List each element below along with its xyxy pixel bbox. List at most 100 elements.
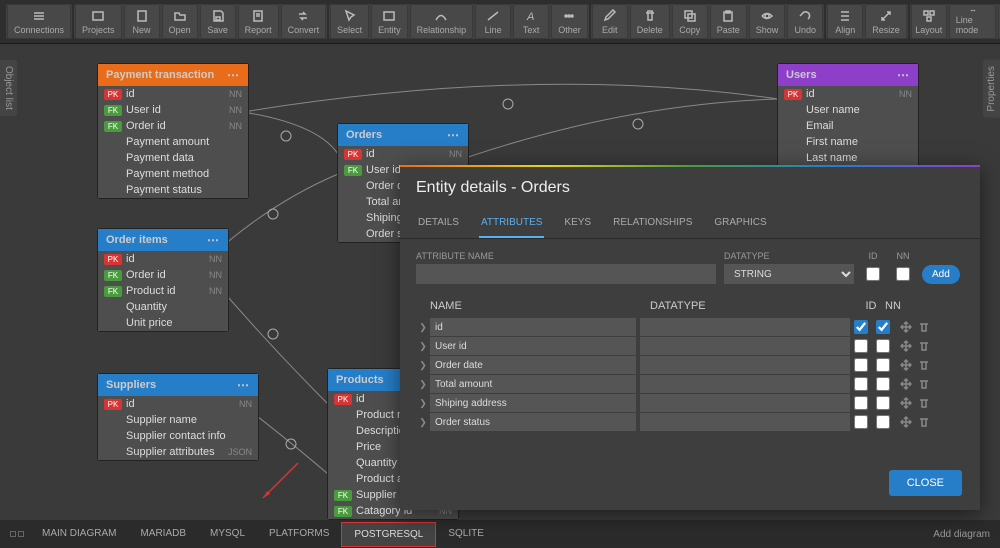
move-icon[interactable] (900, 359, 912, 371)
close-button[interactable]: CLOSE (889, 470, 962, 496)
attr-row-nn-checkbox[interactable] (876, 320, 890, 334)
entity-menu-icon[interactable]: ⋯ (227, 68, 240, 82)
attr-row-nn-checkbox[interactable] (876, 415, 890, 429)
expand-icon[interactable]: ❯ (416, 379, 430, 390)
entity-column[interactable]: FKOrder idNN (98, 118, 248, 134)
object-list-tab[interactable]: Object list (0, 60, 17, 116)
attr-id-checkbox[interactable] (866, 264, 880, 284)
entity-header[interactable]: Payment transaction⋯ (98, 64, 248, 86)
entity-column[interactable]: Payment method (98, 166, 248, 182)
attr-row-id-checkbox[interactable] (854, 396, 868, 410)
expand-icon[interactable]: ❯ (416, 360, 430, 371)
add-attribute-button[interactable]: Add (922, 265, 960, 284)
attr-row-nn-checkbox[interactable] (876, 358, 890, 372)
toolbar-other[interactable]: Other (551, 4, 588, 39)
attribute-row[interactable]: ❯ (416, 356, 964, 374)
delete-icon[interactable] (918, 378, 930, 390)
entity-header[interactable]: Orders⋯ (338, 124, 468, 146)
attr-name-input[interactable] (416, 264, 716, 284)
attr-row-nn-checkbox[interactable] (876, 377, 890, 391)
move-icon[interactable] (900, 397, 912, 409)
entity-column[interactable]: FKProduct idNN (98, 283, 228, 299)
entity-menu-icon[interactable]: ⋯ (447, 128, 460, 142)
diagram-tab-mysql[interactable]: MYSQL (198, 522, 257, 547)
entity-column[interactable]: Supplier name (98, 412, 258, 428)
delete-icon[interactable] (918, 397, 930, 409)
toolbar-save[interactable]: Save (200, 4, 236, 39)
attr-row-name-input[interactable] (430, 375, 636, 393)
entity-column[interactable]: User name (778, 102, 918, 118)
toolbar-new[interactable]: New (124, 4, 160, 39)
attr-row-type-select[interactable] (640, 337, 850, 355)
panel-tab-graphics[interactable]: GRAPHICS (712, 209, 768, 238)
entity-column[interactable]: Supplier attributesJSON (98, 444, 258, 460)
entity-header[interactable]: Users⋯ (778, 64, 918, 86)
entity-column[interactable]: Email (778, 118, 918, 134)
expand-icon[interactable]: ❯ (416, 417, 430, 428)
entity-suppliers[interactable]: Suppliers⋯PKidNNSupplier nameSupplier co… (98, 374, 258, 460)
attr-row-nn-checkbox[interactable] (876, 339, 890, 353)
tabs-menu-icon[interactable] (10, 531, 24, 537)
attr-row-id-checkbox[interactable] (854, 415, 868, 429)
panel-tab-details[interactable]: DETAILS (416, 209, 461, 238)
attr-type-select[interactable]: STRING (724, 264, 854, 284)
toolbar-layout[interactable]: Layout (911, 4, 947, 39)
expand-icon[interactable]: ❯ (416, 398, 430, 409)
expand-icon[interactable]: ❯ (416, 341, 430, 352)
attr-row-type-select[interactable] (640, 318, 850, 336)
toolbar-report[interactable]: Report (238, 4, 279, 39)
delete-icon[interactable] (918, 359, 930, 371)
toolbar-open[interactable]: Open (162, 4, 198, 39)
entity-column[interactable]: PKidNN (98, 251, 228, 267)
attribute-row[interactable]: ❯ (416, 375, 964, 393)
diagram-tab-postgresql[interactable]: POSTGRESQL (341, 522, 436, 547)
toolbar-delete[interactable]: Delete (630, 4, 670, 39)
entity-menu-icon[interactable]: ⋯ (207, 233, 220, 247)
entity-header[interactable]: Order items⋯ (98, 229, 228, 251)
toolbar-edit[interactable]: Edit (592, 4, 628, 39)
delete-icon[interactable] (918, 416, 930, 428)
expand-icon[interactable]: ❯ (416, 322, 430, 333)
panel-tab-relationships[interactable]: RELATIONSHIPS (611, 209, 694, 238)
entity-column[interactable]: PKidNN (98, 396, 258, 412)
entity-column[interactable]: Quantity (98, 299, 228, 315)
diagram-tab-mariadb[interactable]: MARIADB (128, 522, 198, 547)
entity-column[interactable]: Payment data (98, 150, 248, 166)
diagram-tab-platforms[interactable]: PLATFORMS (257, 522, 341, 547)
entity-payment-transaction[interactable]: Payment transaction⋯PKidNNFKUser idNNFKO… (98, 64, 248, 198)
attr-row-name-input[interactable] (430, 356, 636, 374)
attribute-row[interactable]: ❯ (416, 413, 964, 431)
move-icon[interactable] (900, 378, 912, 390)
entity-order-items[interactable]: Order items⋯PKidNNFKOrder idNNFKProduct … (98, 229, 228, 331)
toolbar-show[interactable]: Show (749, 4, 786, 39)
attr-nn-checkbox[interactable] (896, 264, 910, 284)
toolbar-text[interactable]: AText (513, 4, 549, 39)
toolbar-align[interactable]: Align (827, 4, 863, 39)
entity-column[interactable]: Supplier contact info (98, 428, 258, 444)
delete-icon[interactable] (918, 340, 930, 352)
toolbar-projects[interactable]: Projects (75, 4, 122, 39)
entity-column[interactable]: First name (778, 134, 918, 150)
toolbar-copy[interactable]: Copy (672, 4, 708, 39)
entity-column[interactable]: FKUser idNN (98, 102, 248, 118)
delete-icon[interactable] (918, 321, 930, 333)
attr-row-type-select[interactable] (640, 413, 850, 431)
entity-column[interactable]: Last name (778, 150, 918, 166)
entity-header[interactable]: Suppliers⋯ (98, 374, 258, 396)
move-icon[interactable] (900, 416, 912, 428)
toolbar-relationship[interactable]: Relationship (410, 4, 474, 39)
move-icon[interactable] (900, 321, 912, 333)
attribute-row[interactable]: ❯ (416, 318, 964, 336)
attr-row-type-select[interactable] (640, 356, 850, 374)
diagram-tab-sqlite[interactable]: SQLITE (436, 522, 496, 547)
attr-row-name-input[interactable] (430, 337, 636, 355)
diagram-tab-main-diagram[interactable]: MAIN DIAGRAM (30, 522, 128, 547)
entity-column[interactable]: FKOrder idNN (98, 267, 228, 283)
entity-column[interactable]: PKidNN (338, 146, 468, 162)
move-icon[interactable] (900, 340, 912, 352)
attr-row-name-input[interactable] (430, 394, 636, 412)
toolbar-select[interactable]: Select (330, 4, 369, 39)
toolbar-undo[interactable]: Undo (787, 4, 823, 39)
entity-column[interactable]: PKidNN (98, 86, 248, 102)
attr-row-id-checkbox[interactable] (854, 358, 868, 372)
